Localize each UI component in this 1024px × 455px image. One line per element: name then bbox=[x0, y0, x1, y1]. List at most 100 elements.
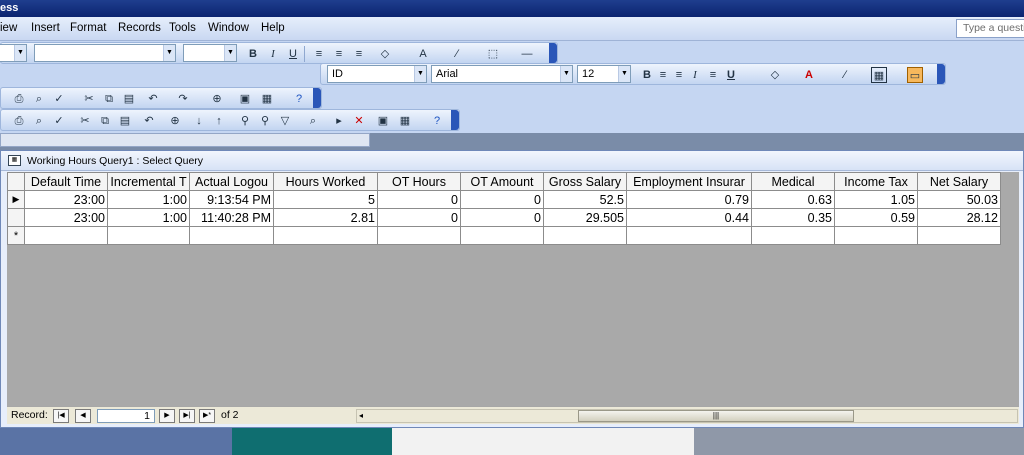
column-header[interactable]: Medical bbox=[751, 172, 835, 191]
query-window-title-bar[interactable]: ▦ Working Hours Query1 : Select Query bbox=[1, 151, 1023, 171]
menu-view[interactable]: iew bbox=[0, 22, 17, 34]
table-cell[interactable] bbox=[273, 226, 378, 245]
hyperlink-icon[interactable]: ⊕ bbox=[167, 113, 183, 129]
hyperlink-icon[interactable]: ⊕ bbox=[209, 91, 225, 107]
line-width-icon[interactable]: — bbox=[519, 46, 535, 62]
underline-icon[interactable]: U bbox=[723, 67, 739, 83]
size-combo[interactable]: 12 ▼ bbox=[577, 65, 631, 83]
align-right-icon[interactable]: ≡ bbox=[705, 67, 721, 83]
table-cell[interactable] bbox=[543, 226, 627, 245]
filter-icon[interactable]: ▽ bbox=[277, 113, 293, 129]
gridlines-icon[interactable]: ▦ bbox=[871, 67, 887, 83]
font-combo[interactable]: Arial ▼ bbox=[431, 65, 573, 83]
filter-by-form-icon[interactable]: ⚲ bbox=[257, 113, 273, 129]
table-cell[interactable]: 0 bbox=[377, 208, 461, 227]
help-question-box[interactable]: Type a questi bbox=[956, 19, 1024, 38]
table-cell[interactable]: 23:00 bbox=[24, 208, 108, 227]
cut-icon[interactable]: ✂ bbox=[77, 113, 93, 129]
first-record-button[interactable]: |◀ bbox=[53, 409, 69, 423]
object-combo[interactable]: ▼ bbox=[0, 44, 27, 62]
column-header[interactable]: Actual Logou bbox=[189, 172, 274, 191]
scroll-left-arrow-icon[interactable]: ◂ bbox=[359, 410, 363, 422]
align-center-icon[interactable]: ≡ bbox=[331, 46, 347, 62]
menu-records[interactable]: Records bbox=[118, 22, 161, 34]
help-icon[interactable]: ? bbox=[291, 91, 307, 107]
table-cell[interactable] bbox=[626, 226, 752, 245]
font-color-icon[interactable]: A bbox=[415, 46, 431, 62]
table-cell[interactable]: 0.79 bbox=[626, 190, 752, 209]
bold-icon[interactable]: B bbox=[639, 67, 655, 83]
print-preview-icon[interactable]: ⌕ bbox=[31, 113, 47, 129]
table-cell[interactable]: 52.5 bbox=[543, 190, 627, 209]
table-cell[interactable]: 0.63 bbox=[751, 190, 835, 209]
database-window-icon[interactable]: ▣ bbox=[375, 113, 391, 129]
new-object-icon[interactable]: ▦ bbox=[397, 113, 413, 129]
border-icon[interactable]: ⬚ bbox=[485, 46, 501, 62]
table-cell[interactable]: 1:00 bbox=[107, 208, 190, 227]
paste-icon[interactable]: ▤ bbox=[117, 113, 133, 129]
table-cell[interactable] bbox=[189, 226, 274, 245]
new-record-selector[interactable]: * bbox=[7, 226, 25, 245]
copy-icon[interactable]: ⧉ bbox=[101, 91, 117, 107]
table-cell[interactable]: 29.505 bbox=[543, 208, 627, 227]
menu-insert[interactable]: Insert bbox=[31, 22, 60, 34]
special-effect-icon[interactable]: ▭ bbox=[907, 67, 923, 83]
menu-tools[interactable]: Tools bbox=[169, 22, 196, 34]
table-cell[interactable]: 11:40:28 PM bbox=[189, 208, 274, 227]
line-color-icon[interactable]: ∕ bbox=[837, 67, 853, 83]
table-cell[interactable]: 9:13:54 PM bbox=[189, 190, 274, 209]
table-cell[interactable]: 0.35 bbox=[751, 208, 835, 227]
table-cell[interactable]: 1:00 bbox=[107, 190, 190, 209]
print-icon[interactable]: ⎙ bbox=[11, 113, 27, 129]
undo-icon[interactable]: ↶ bbox=[141, 113, 157, 129]
column-header[interactable]: OT Amount bbox=[460, 172, 544, 191]
copy-icon[interactable]: ⧉ bbox=[97, 113, 113, 129]
background-database-window[interactable] bbox=[0, 133, 370, 147]
spelling-icon[interactable]: ✓ bbox=[51, 91, 67, 107]
previous-record-button[interactable]: ◀ bbox=[75, 409, 91, 423]
table-cell[interactable]: 50.03 bbox=[917, 190, 1001, 209]
database-window-icon[interactable]: ▣ bbox=[237, 91, 253, 107]
horizontal-scrollbar[interactable]: ◂ ||| bbox=[356, 409, 1018, 423]
cut-icon[interactable]: ✂ bbox=[81, 91, 97, 107]
print-icon[interactable]: ⎙ bbox=[11, 91, 27, 107]
menu-window[interactable]: Window bbox=[208, 22, 249, 34]
table-cell[interactable]: 1.05 bbox=[834, 190, 918, 209]
table-cell[interactable] bbox=[751, 226, 835, 245]
column-header[interactable]: Gross Salary bbox=[543, 172, 627, 191]
align-left-icon[interactable]: ≡ bbox=[655, 67, 671, 83]
bold-icon[interactable]: B bbox=[245, 46, 261, 62]
sort-descending-icon[interactable]: ↑ bbox=[211, 113, 227, 129]
scrollbar-thumb[interactable]: ||| bbox=[578, 410, 854, 422]
help-icon[interactable]: ? bbox=[429, 113, 445, 129]
line-color-icon[interactable]: ∕ bbox=[449, 46, 465, 62]
last-record-button[interactable]: ▶| bbox=[179, 409, 195, 423]
redo-icon[interactable]: ↷ bbox=[175, 91, 191, 107]
font-combo-1[interactable]: ▼ bbox=[34, 44, 176, 62]
table-cell[interactable]: 23:00 bbox=[24, 190, 108, 209]
print-preview-icon[interactable]: ⌕ bbox=[31, 91, 47, 107]
table-cell[interactable]: 0.59 bbox=[834, 208, 918, 227]
spelling-icon[interactable]: ✓ bbox=[51, 113, 67, 129]
field-combo[interactable]: ID ▼ bbox=[327, 65, 427, 83]
column-header[interactable]: Hours Worked bbox=[273, 172, 378, 191]
table-cell[interactable]: 0 bbox=[377, 190, 461, 209]
table-cell[interactable]: 28.12 bbox=[917, 208, 1001, 227]
column-header[interactable]: Incremental T bbox=[107, 172, 190, 191]
new-object-icon[interactable]: ▦ bbox=[259, 91, 275, 107]
fill-color-icon[interactable]: ◇ bbox=[767, 67, 783, 83]
table-cell[interactable]: 0 bbox=[460, 208, 544, 227]
column-header[interactable]: Income Tax bbox=[834, 172, 918, 191]
size-combo-1[interactable]: ▼ bbox=[183, 44, 237, 62]
table-cell[interactable]: 0.44 bbox=[626, 208, 752, 227]
new-record-icon[interactable]: ▸ bbox=[331, 113, 347, 129]
delete-record-icon[interactable]: ✕ bbox=[351, 113, 367, 129]
menu-format[interactable]: Format bbox=[70, 22, 106, 34]
table-cell[interactable] bbox=[107, 226, 190, 245]
record-selector[interactable]: ▶ bbox=[7, 190, 25, 209]
font-color-icon[interactable]: A bbox=[801, 67, 817, 83]
column-header[interactable]: Net Salary bbox=[917, 172, 1001, 191]
paste-icon[interactable]: ▤ bbox=[121, 91, 137, 107]
italic-icon[interactable]: I bbox=[687, 67, 703, 83]
italic-icon[interactable]: I bbox=[265, 46, 281, 62]
